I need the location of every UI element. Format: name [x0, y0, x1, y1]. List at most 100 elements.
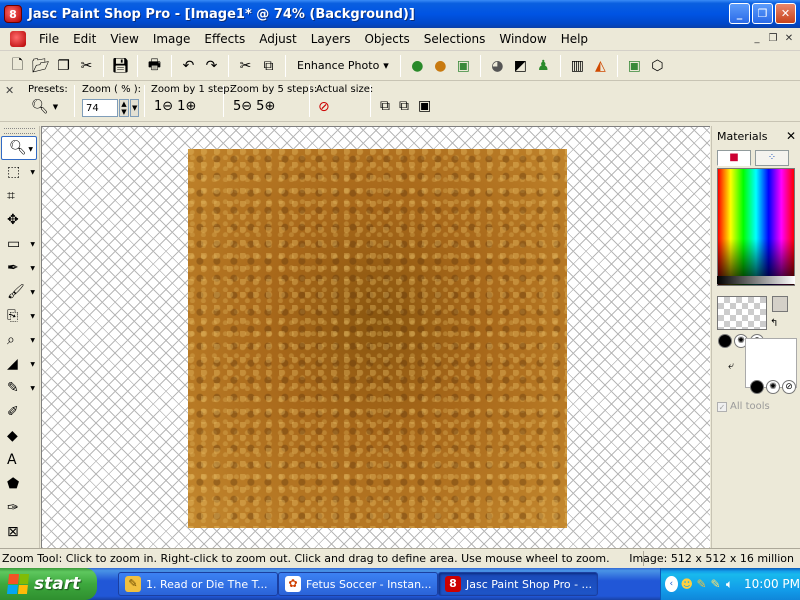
learning-center-icon[interactable]: ▣: [623, 54, 646, 77]
open-folder-icon[interactable]: 📂︎: [29, 54, 52, 77]
menu-view[interactable]: View: [103, 28, 145, 51]
menu-selections[interactable]: Selections: [417, 28, 493, 51]
menu-image[interactable]: Image: [146, 28, 198, 51]
doc-close-button[interactable]: ✕: [782, 32, 796, 46]
menu-adjust[interactable]: Adjust: [252, 28, 304, 51]
fit-window-icon[interactable]: ⧉: [380, 98, 390, 114]
pen-tool[interactable]: ✑: [0, 496, 38, 520]
shape-tool[interactable]: ⬟: [0, 472, 38, 496]
close-button[interactable]: ✕: [775, 3, 796, 24]
zoom-out-1-icon[interactable]: 1⊖: [154, 99, 173, 114]
print-icon[interactable]: 🖶: [143, 54, 166, 77]
zoom-tool[interactable]: 🔍︎ ▼: [1, 136, 37, 160]
doc-minimize-button[interactable]: _: [750, 32, 764, 46]
minimize-button[interactable]: _: [729, 3, 750, 24]
overview-palette-icon[interactable]: ●: [429, 54, 452, 77]
paint-brush-tool[interactable]: 🖌︎ ▼: [0, 280, 38, 304]
pencil-tray-icon[interactable]: ✎: [696, 577, 707, 591]
doc-restore-button[interactable]: ❐: [766, 32, 780, 46]
chevron-down-icon[interactable]: ▼: [30, 289, 35, 296]
color-replacer-tool[interactable]: ✎ ▼: [0, 376, 38, 400]
color-palette-icon[interactable]: ◭: [589, 54, 612, 77]
eraser-tool[interactable]: ◢ ▼: [0, 352, 38, 376]
fill-tool[interactable]: ◆: [0, 424, 38, 448]
network-tray-icon[interactable]: ✎: [710, 577, 721, 591]
menu-file[interactable]: File: [32, 28, 66, 51]
foreground-color-small[interactable]: [772, 296, 788, 312]
swap-materials-icon[interactable]: ⤶: [728, 359, 734, 373]
menu-edit[interactable]: Edit: [66, 28, 103, 51]
script-icon[interactable]: ♟: [532, 54, 555, 77]
enhance-photo-button[interactable]: Enhance Photo ▾: [291, 59, 395, 72]
chevron-down-icon[interactable]: ▼: [30, 265, 35, 272]
zoom-percent-input[interactable]: [82, 99, 118, 117]
swap-colors-icon[interactable]: ↰: [770, 318, 778, 329]
messenger-tray-icon[interactable]: ☻: [681, 577, 694, 591]
chevron-down-icon[interactable]: ▼: [130, 99, 140, 117]
zoom-in-1-icon[interactable]: 1⊕: [177, 99, 196, 114]
close-icon[interactable]: ✕: [5, 84, 14, 97]
foreground-swatch[interactable]: [717, 296, 767, 330]
histogram-palette-icon[interactable]: ▥: [566, 54, 589, 77]
start-button[interactable]: start: [0, 568, 97, 600]
all-tools-checkbox[interactable]: ✓: [717, 401, 727, 412]
transparent-mode-icon[interactable]: ⊘: [782, 380, 796, 394]
tab-rainbow[interactable]: ■: [717, 150, 751, 166]
taskbar-item[interactable]: ✿ Fetus Soccer - Instan...: [278, 572, 438, 596]
taskbar-item[interactable]: ✎ 1. Read or Die The T...: [118, 572, 278, 596]
all-tools-option[interactable]: ✓ All tools: [717, 401, 770, 412]
menu-window[interactable]: Window: [492, 28, 553, 51]
menu-help[interactable]: Help: [554, 28, 595, 51]
chevron-down-icon[interactable]: ▼: [30, 337, 35, 344]
histogram-icon[interactable]: ▣: [452, 54, 475, 77]
marquee-tool[interactable]: ▭ ▼: [0, 232, 38, 256]
save-icon[interactable]: 💾︎: [109, 54, 132, 77]
clone-tool[interactable]: ⎘ ▼: [0, 304, 38, 328]
paintshop-icon[interactable]: 8: [4, 5, 22, 23]
layers-palette-icon[interactable]: ●: [406, 54, 429, 77]
chevron-down-icon[interactable]: ▼: [30, 361, 35, 368]
redo-icon[interactable]: ↷: [200, 54, 223, 77]
volume-tray-icon[interactable]: 🔈︎: [724, 577, 735, 591]
materials-palette-icon[interactable]: ◕: [486, 54, 509, 77]
contrast-icon[interactable]: ◩: [509, 54, 532, 77]
image-canvas[interactable]: [188, 149, 567, 528]
menu-layers[interactable]: Layers: [304, 28, 358, 51]
undo-icon[interactable]: ↶: [177, 54, 200, 77]
maximize-button[interactable]: ❐: [752, 3, 773, 24]
taskbar-item[interactable]: 8 Jasc Paint Shop Pro - ...: [438, 572, 598, 596]
dropper-tool[interactable]: ✒ ▼: [0, 256, 38, 280]
move-tool[interactable]: ✥: [0, 208, 38, 232]
fit-image-icon[interactable]: ⧉: [399, 98, 409, 114]
close-icon[interactable]: ✕: [786, 129, 796, 143]
presets-dropdown[interactable]: 🔍︎ ▼: [31, 99, 58, 115]
cut-icon[interactable]: ✂: [234, 54, 257, 77]
show-hidden-icons-button[interactable]: ‹: [665, 576, 678, 592]
warp-tool[interactable]: ⊠: [0, 520, 38, 544]
scanner-icon[interactable]: ✂: [75, 54, 98, 77]
chevron-down-icon[interactable]: ▼: [30, 385, 35, 392]
chevron-down-icon[interactable]: ▼: [28, 146, 33, 153]
zoom-spin-button[interactable]: ▲ ▼: [119, 99, 129, 117]
menu-objects[interactable]: Objects: [357, 28, 416, 51]
crop-tool[interactable]: ⌗: [0, 184, 38, 208]
grayscale-strip[interactable]: [717, 276, 795, 284]
picture-tube-tool[interactable]: ✐: [0, 400, 38, 424]
menu-effects[interactable]: Effects: [197, 28, 252, 51]
zoom-in-5-icon[interactable]: 5⊕: [256, 99, 275, 114]
title-bar[interactable]: 8 Jasc Paint Shop Pro - [Image1* @ 74% (…: [0, 0, 800, 28]
retouch-tool[interactable]: ⌕ ▼: [0, 328, 38, 352]
selection-tool[interactable]: ⬚ ▼: [0, 160, 38, 184]
object-icon[interactable]: ⬡: [646, 54, 669, 77]
text-tool[interactable]: A: [0, 448, 38, 472]
color-mode-icon[interactable]: [718, 334, 732, 348]
chevron-down-icon[interactable]: ▼: [30, 313, 35, 320]
color-mode-icon[interactable]: [750, 380, 764, 394]
full-screen-icon[interactable]: ▣: [418, 98, 431, 114]
color-spectrum[interactable]: [717, 168, 795, 286]
tab-swatches[interactable]: ⁘: [755, 150, 789, 166]
new-file-icon[interactable]: 🗋: [6, 54, 29, 77]
palette-grip[interactable]: [4, 128, 35, 134]
chevron-down-icon[interactable]: ▼: [30, 169, 35, 176]
chevron-down-icon[interactable]: ▼: [30, 241, 35, 248]
